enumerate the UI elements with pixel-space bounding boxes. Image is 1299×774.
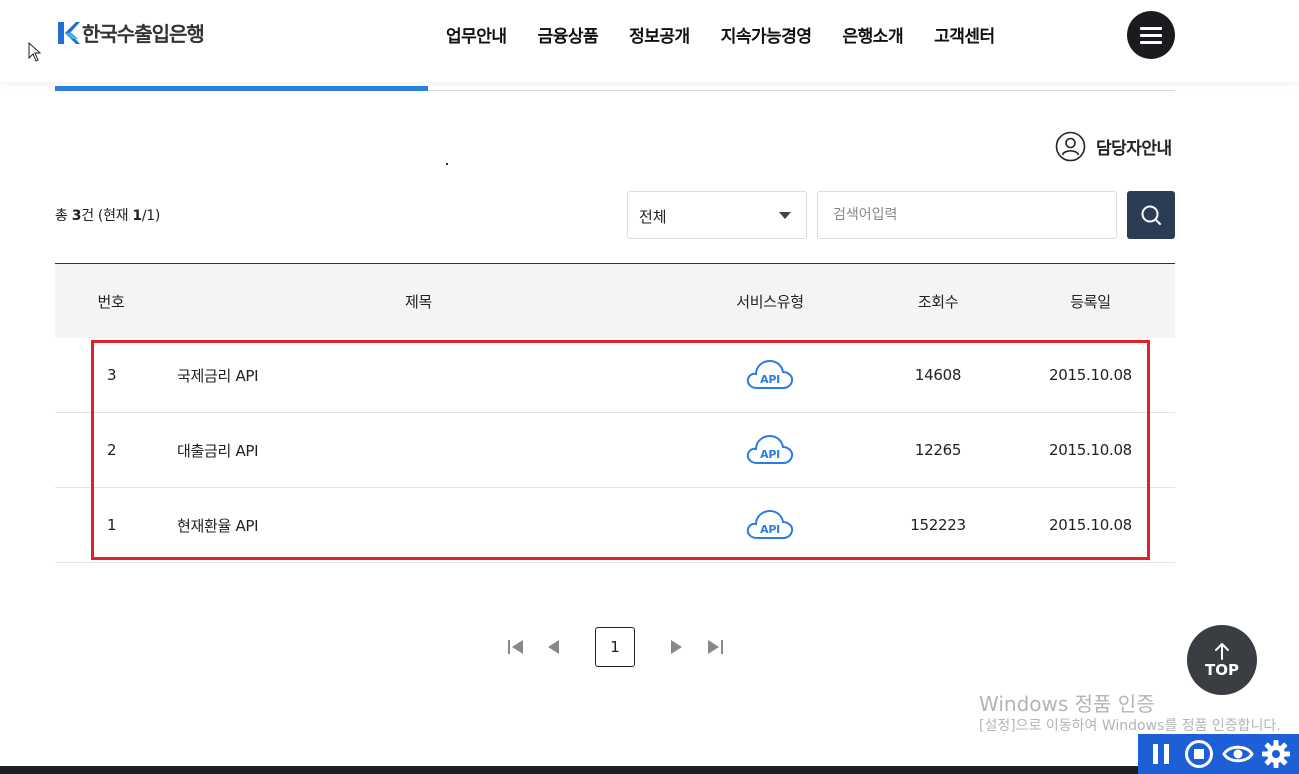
scroll-top-button[interactable]: TOP	[1187, 625, 1257, 695]
row-views: 14608	[914, 366, 962, 384]
row-title-link[interactable]: 대출금리 API	[167, 440, 670, 461]
cloud-api-icon: API	[746, 509, 794, 539]
header-service-type: 서비스유형	[736, 292, 804, 311]
row-no: 2	[107, 441, 117, 459]
nav-item-about[interactable]: 은행소개	[843, 22, 904, 47]
row-service-type: API	[670, 357, 870, 393]
page-number-current[interactable]: 1	[595, 627, 635, 667]
last-page-icon[interactable]	[706, 639, 724, 655]
scroll-top-label: TOP	[1205, 660, 1239, 679]
site-header: 한국수출입은행 업무안내 금융상품 정보공개 지속가능경영 은행소개 고객센터	[0, 0, 1299, 82]
header-date: 등록일	[1070, 292, 1111, 311]
row-views: 12265	[914, 441, 962, 459]
row-title-link[interactable]: 현재환율 API	[167, 515, 670, 536]
search-filter-select[interactable]: 전체	[627, 191, 807, 239]
search-filter-value: 전체	[639, 208, 667, 226]
mouse-cursor-icon	[28, 42, 42, 62]
gear-icon	[1261, 740, 1290, 768]
api-list-table: 번호 제목 서비스유형 조회수 등록일 3 국제금리 API API 14608…	[55, 263, 1175, 563]
settings-button[interactable]	[1259, 737, 1293, 771]
user-circle-icon	[1055, 131, 1086, 162]
search-button[interactable]	[1127, 191, 1175, 239]
caret-down-icon	[779, 212, 791, 219]
stop-icon	[1185, 740, 1214, 768]
row-date: 2015.10.08	[1049, 516, 1132, 534]
header-title: 제목	[404, 292, 432, 311]
result-count: 총 3건 (현재 1/1)	[55, 208, 161, 224]
row-service-type: API	[670, 432, 870, 468]
windows-activation-title: Windows 정품 인증	[979, 692, 1155, 716]
row-service-type: API	[670, 507, 870, 543]
menu-icon-bar	[1140, 33, 1162, 37]
row-date: 2015.10.08	[1049, 441, 1132, 459]
logo[interactable]: 한국수출입은행	[56, 18, 205, 47]
arrow-up-icon	[1215, 642, 1229, 660]
stray-dot	[446, 163, 448, 165]
table-row[interactable]: 2 대출금리 API API 12265 2015.10.08	[55, 413, 1175, 488]
view-button[interactable]	[1221, 737, 1255, 771]
main-nav: 업무안내 금융상품 정보공개 지속가능경영 은행소개 고객센터	[446, 22, 995, 47]
pagination: 1	[505, 627, 725, 667]
cloud-api-icon: API	[746, 359, 794, 389]
menu-icon	[1140, 26, 1162, 30]
logo-mark-icon	[58, 21, 80, 44]
menu-button[interactable]	[1127, 11, 1175, 59]
nav-item-business[interactable]: 업무안내	[446, 22, 507, 47]
search-icon	[1141, 205, 1161, 225]
windows-activation-message: [설정]으로 이동하여 Windows를 정품 인증합니다.	[979, 718, 1281, 734]
tab-indicator-active	[55, 86, 428, 91]
nav-item-customer-center[interactable]: 고객센터	[934, 22, 995, 47]
tab-indicator	[55, 86, 1175, 92]
row-no: 1	[107, 516, 117, 534]
search-input[interactable]	[817, 191, 1117, 239]
prev-page-icon[interactable]	[547, 639, 561, 655]
header-no: 번호	[97, 292, 125, 311]
overlay-toolbar	[1138, 734, 1299, 774]
first-page-icon[interactable]	[507, 639, 525, 655]
pause-button[interactable]	[1144, 737, 1178, 771]
svg-text:API: API	[760, 448, 780, 461]
table-header: 번호 제목 서비스유형 조회수 등록일	[55, 263, 1175, 338]
contact-person-link[interactable]: 담당자안내	[1055, 131, 1172, 162]
next-page-icon[interactable]	[669, 639, 683, 655]
row-views: 152223	[910, 516, 966, 534]
row-no: 3	[107, 366, 117, 384]
table-row[interactable]: 3 국제금리 API API 14608 2015.10.08	[55, 338, 1175, 413]
footer-strip	[0, 766, 1299, 774]
menu-icon-bar	[1140, 40, 1162, 44]
nav-item-disclosure[interactable]: 정보공개	[629, 22, 690, 47]
header-views: 조회수	[917, 292, 959, 311]
stop-button[interactable]	[1182, 737, 1216, 771]
svg-text:API: API	[760, 523, 780, 536]
logo-text: 한국수출입은행	[82, 22, 205, 46]
svg-text:API: API	[760, 373, 780, 386]
table-row[interactable]: 1 현재환율 API API 152223 2015.10.08	[55, 488, 1175, 563]
pause-icon	[1153, 744, 1170, 764]
cloud-api-icon: API	[746, 434, 794, 464]
contact-person-label: 담당자안내	[1096, 139, 1172, 159]
nav-item-sustainability[interactable]: 지속가능경영	[721, 22, 812, 47]
row-date: 2015.10.08	[1049, 366, 1132, 384]
eye-icon	[1221, 745, 1254, 763]
nav-item-products[interactable]: 금융상품	[538, 22, 599, 47]
row-title-link[interactable]: 국제금리 API	[167, 365, 670, 386]
